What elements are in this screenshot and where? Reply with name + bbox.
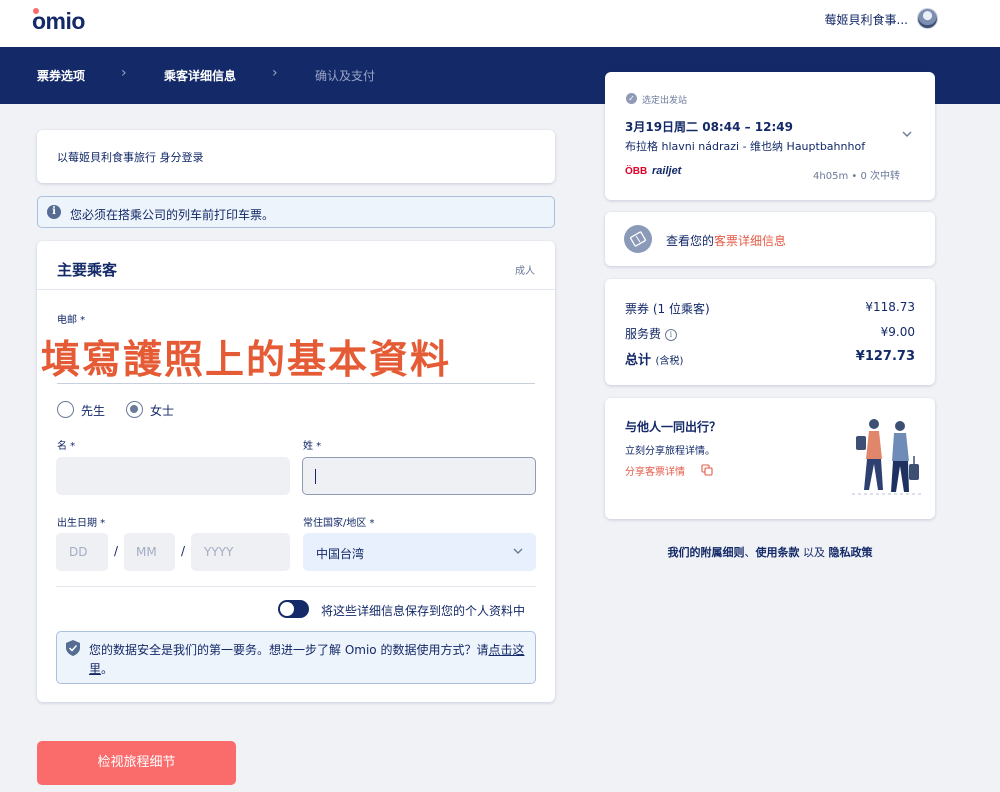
dob-month-input[interactable]: MM: [124, 533, 175, 571]
omio-logo[interactable]: omio: [32, 8, 85, 35]
save-details-toggle[interactable]: [278, 600, 309, 618]
login-status-text: 以莓姬貝利食事旅行 身分登录: [57, 151, 204, 164]
first-name-input[interactable]: [56, 457, 290, 495]
view-journey-details-button[interactable]: 检视旅程细节: [37, 741, 236, 785]
travelers-illustration-icon: [852, 419, 922, 495]
user-name[interactable]: 莓姬貝利食事...: [825, 11, 908, 28]
share-trip-card: 与他人一同出行？ 立刻分享旅程详情。 分享客票详情: [605, 398, 935, 519]
chevron-right-icon: ›: [121, 65, 127, 81]
total-text: 总计: [625, 353, 652, 368]
price-summary-card: 票券 (1 位乘客) ¥118.73 服务费 i ¥9.00 总计 (含税) ¥…: [605, 279, 935, 385]
save-details-label: 将这些详细信息保存到您的个人资料中: [321, 604, 526, 618]
overlay-caption: 填寫護照上的基本資料: [41, 338, 452, 383]
step-ticket-options[interactable]: 票券选项: [37, 67, 85, 84]
obb-logo: ÖBB: [625, 166, 648, 177]
last-name-label: 姓 *: [303, 441, 322, 452]
dob-year-input[interactable]: YYYY: [191, 533, 290, 571]
service-fee-label: 服务费 i: [625, 325, 677, 342]
data-security-notice: 您的数据安全是我们的第一要务。想进一步了解 Omio 的数据使用方式？请点击这里…: [56, 631, 536, 684]
step-confirm-pay: 确认及支付: [315, 69, 376, 83]
ticket-details-link[interactable]: 客票详细信息: [714, 234, 786, 248]
avatar[interactable]: [917, 8, 938, 29]
dob-separator: /: [181, 544, 186, 558]
ticket-details-prefix: 查看您的: [666, 234, 715, 248]
title-ms-label: 女士: [150, 404, 175, 418]
dob-month-placeholder: MM: [136, 545, 157, 559]
trip-datetime: 3月19日周二 08:44 – 12:49: [625, 120, 793, 134]
share-subtitle: 立刻分享旅程详情。: [625, 446, 715, 457]
dob-day-placeholder: DD: [69, 545, 88, 559]
dob-year-placeholder: YYYY: [204, 545, 234, 559]
shield-icon: [66, 640, 80, 656]
first-name-label: 名 *: [57, 441, 76, 452]
total-note: (含税): [655, 356, 684, 367]
trip-duration: 4h05m • 0 次中转: [813, 171, 900, 182]
print-ticket-notice: i 您必须在搭乘公司的列车前打印车票。: [37, 196, 555, 228]
step-passenger-details[interactable]: 乘客详细信息: [164, 67, 236, 84]
security-text: 您的数据安全是我们的第一要务。想进一步了解 Omio 的数据使用方式？请点击这里…: [89, 641, 529, 679]
privacy-policy-link[interactable]: 隐私政策: [829, 546, 873, 559]
railjet-logo: railjet: [652, 165, 682, 177]
title-mr-radio[interactable]: [57, 401, 74, 418]
terms-of-use-link[interactable]: 使用条款: [756, 546, 800, 559]
dob-label: 出生日期 *: [57, 518, 106, 529]
login-status-card: 以莓姬貝利食事旅行 身分登录: [37, 130, 555, 183]
total-label: 总计 (含税): [625, 349, 683, 368]
supplementary-terms-link[interactable]: 我们的附属细则: [668, 546, 745, 559]
share-details-link[interactable]: 分享客票详情: [625, 463, 685, 478]
divider: [37, 289, 555, 290]
security-message: 您的数据安全是我们的第一要务。想进一步了解 Omio 的数据使用方式？请: [89, 643, 489, 657]
security-end: 。: [101, 662, 114, 676]
ticket-price-value: ¥118.73: [865, 300, 915, 314]
check-circle-icon: ✓: [626, 93, 637, 104]
residence-label: 常住国家/地区 *: [303, 518, 375, 529]
trip-route: 布拉格 hlavni nádrazi - 维也纳 Hauptbahnhof: [625, 140, 866, 153]
ticket-icon: [624, 225, 652, 253]
top-bar: omio 莓姬貝利食事...: [0, 0, 1000, 47]
service-fee-value: ¥9.00: [880, 325, 915, 339]
terms-separator: 、: [744, 546, 756, 559]
ticket-details-card[interactable]: 查看您的客票详细信息: [605, 212, 935, 266]
title-ms-radio[interactable]: [126, 401, 143, 418]
terms-separator: 以及: [799, 546, 829, 559]
total-value: ¥127.73: [855, 349, 915, 364]
chevron-down-icon: [513, 548, 523, 554]
dob-separator: /: [114, 544, 119, 558]
chevron-down-icon[interactable]: [901, 128, 913, 140]
last-name-input[interactable]: [302, 457, 536, 495]
dob-day-input[interactable]: DD: [56, 533, 108, 571]
residence-value: 中国台湾: [316, 547, 365, 561]
copy-icon[interactable]: [701, 464, 713, 476]
notice-text: 您必须在搭乘公司的列车前打印车票。: [70, 208, 275, 222]
ticket-details-text: 查看您的客票详细信息: [666, 232, 786, 249]
title-mr-label: 先生: [81, 404, 106, 418]
text-caret: [315, 469, 316, 484]
ticket-price-label: 票券 (1 位乘客): [625, 302, 710, 316]
chevron-right-icon: ›: [272, 65, 278, 81]
service-fee-text: 服务费: [625, 327, 662, 341]
divider: [56, 586, 536, 587]
share-title: 与他人一同出行？: [625, 420, 722, 434]
residence-select[interactable]: 中国台湾: [303, 533, 536, 571]
email-label: 电邮 *: [57, 315, 86, 326]
info-icon: i: [47, 205, 61, 219]
main-passenger-form: 主要乘客 成人 电邮 * 填寫護照上的基本資料 先生 女士 名 * 姓 * 出生…: [37, 241, 555, 702]
selected-departure-label: 选定出发站: [642, 96, 688, 106]
terms-links: 我们的附属细则、使用条款 以及 隐私政策: [605, 544, 935, 560]
form-title: 主要乘客: [57, 261, 118, 279]
trip-summary-card[interactable]: ✓ 选定出发站 3月19日周二 08:44 – 12:49 布拉格 hlavni…: [605, 72, 935, 200]
info-icon[interactable]: i: [664, 328, 677, 341]
passenger-type: 成人: [515, 266, 535, 277]
